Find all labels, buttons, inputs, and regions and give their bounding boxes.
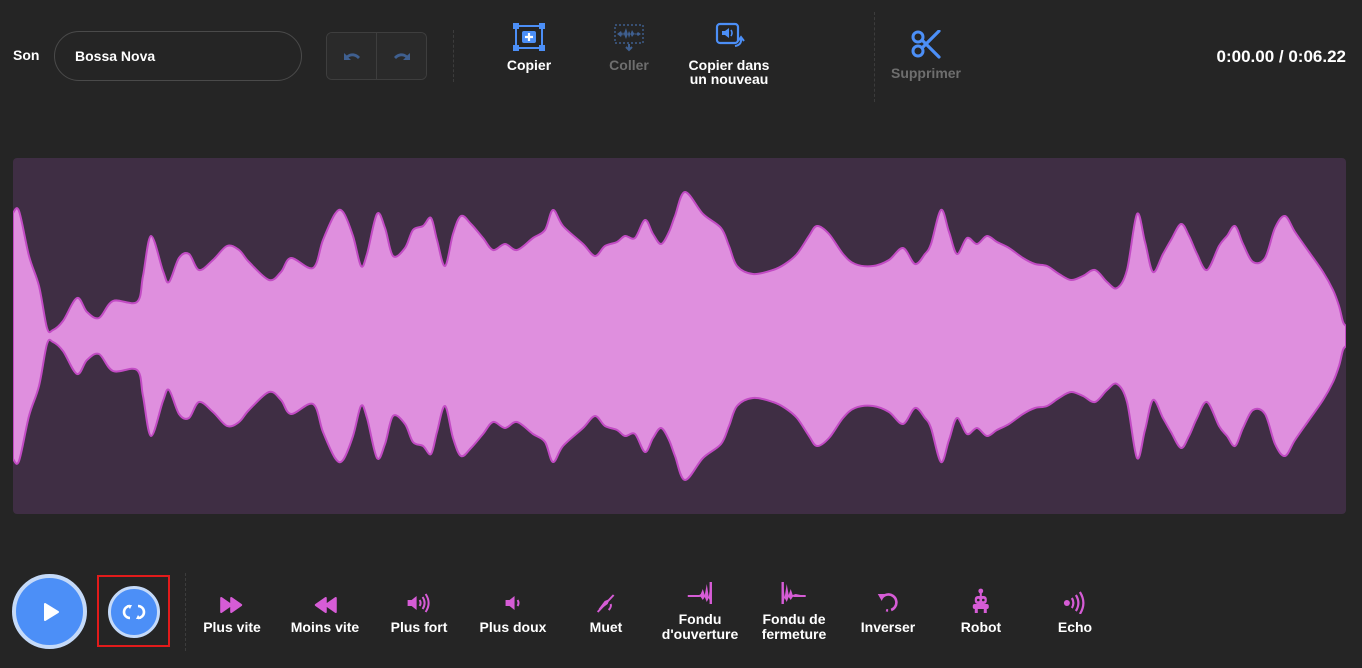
undo-icon [343, 53, 360, 60]
fade-out-icon [781, 582, 806, 604]
effect-fade-out[interactable]: Fondu de fermeture [761, 580, 827, 642]
effect-echo-label: Echo [1057, 619, 1093, 635]
play-button[interactable] [12, 574, 87, 649]
copy-to-new-label-line2: un nouveau [689, 71, 769, 87]
time-display: 0:00.00 / 0:06.22 [1216, 47, 1346, 66]
loop-icon [122, 604, 146, 620]
effect-softer-label: Plus doux [479, 619, 547, 635]
mute-icon [597, 594, 615, 613]
effect-fade-in-label-line2: d'ouverture [661, 626, 739, 642]
toolbar-divider-2 [874, 12, 875, 102]
effect-robot[interactable]: Robot [961, 588, 1001, 635]
copy-to-new-label-line1: Copier dans [688, 57, 770, 73]
redo-icon [393, 53, 410, 60]
volume-down-icon [506, 596, 520, 610]
loop-button[interactable] [108, 586, 160, 638]
play-icon [43, 602, 59, 621]
effect-echo[interactable]: Echo [1058, 588, 1092, 635]
paste-button[interactable]: Coller [599, 22, 659, 72]
effect-faster[interactable]: Plus vite [203, 588, 261, 635]
effect-louder[interactable]: Plus fort [390, 588, 448, 635]
effect-slower-label: Moins vite [290, 619, 360, 635]
undo-button[interactable] [327, 33, 376, 79]
waveform [13, 191, 1346, 481]
copy-button[interactable]: Copier [499, 22, 559, 72]
history-controls [326, 32, 427, 80]
effects-divider [185, 573, 186, 651]
copy-to-new-icon [715, 22, 745, 47]
effect-mute-label: Muet [589, 619, 623, 635]
redo-button[interactable] [376, 33, 426, 79]
echo-icon [1063, 591, 1085, 614]
effect-softer[interactable]: Plus doux [479, 588, 547, 635]
effect-fade-in[interactable]: Fondu d'ouverture [662, 580, 738, 642]
fast-forward-icon [220, 597, 242, 613]
effect-reverse-label: Inverser [860, 619, 916, 635]
robot-icon [973, 588, 989, 613]
effect-reverse[interactable]: Inverser [861, 588, 915, 635]
paste-label: Coller [609, 57, 649, 73]
effect-slower[interactable]: Moins vite [291, 588, 359, 635]
paste-icon [614, 24, 644, 52]
waveform-shape [13, 191, 1346, 481]
effect-mute[interactable]: Muet [589, 588, 623, 635]
effect-faster-label: Plus vite [203, 619, 261, 635]
sound-label: Son [13, 47, 40, 63]
copy-label: Copier [506, 57, 552, 73]
effect-fade-out-label-line1: Fondu de [762, 611, 826, 627]
delete-button[interactable]: Supprimer [886, 30, 966, 80]
rewind-icon [315, 597, 337, 613]
toolbar-divider [453, 30, 454, 82]
copy-to-new-button[interactable]: Copier dans un nouveau [680, 22, 778, 86]
effect-fade-out-label-line2: fermeture [761, 626, 827, 642]
scissors-icon [911, 30, 941, 59]
waveform-area[interactable] [13, 158, 1346, 514]
effect-fade-in-label-line1: Fondu [678, 611, 722, 627]
effect-robot-label: Robot [960, 619, 1002, 635]
reverse-icon [877, 593, 898, 612]
fade-in-icon [687, 582, 713, 604]
volume-up-icon [408, 593, 430, 613]
delete-label: Supprimer [890, 65, 961, 81]
copy-icon [513, 23, 545, 51]
effect-louder-label: Plus fort [390, 619, 448, 635]
sound-name-input[interactable] [54, 31, 302, 81]
